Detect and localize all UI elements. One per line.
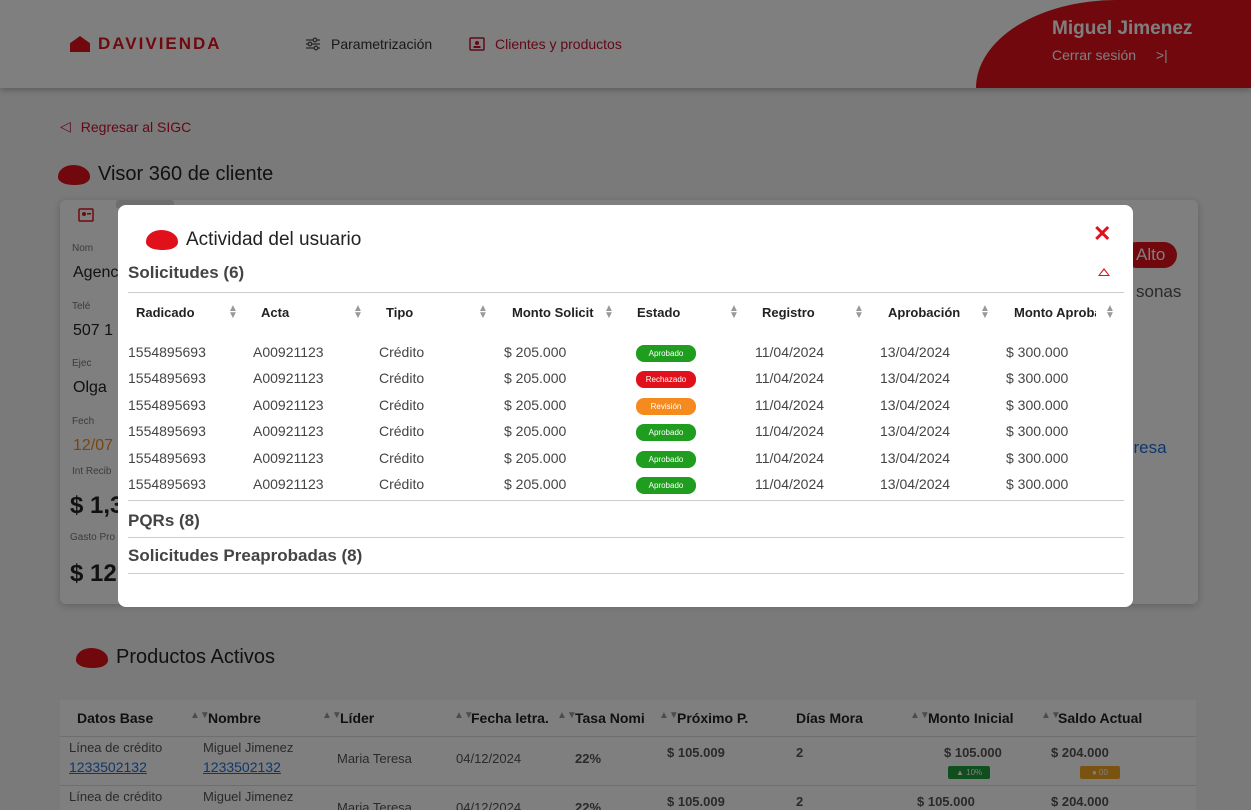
status-badge: Revisión — [636, 397, 696, 415]
close-icon[interactable]: ✕ — [1093, 221, 1111, 247]
cell-monto: $ 205.000 — [504, 449, 567, 466]
cell-registro: 11/04/2024 — [755, 423, 825, 440]
cell-registro: 11/04/2024 — [755, 370, 825, 387]
sort-icon[interactable]: ▲▼ — [1105, 304, 1115, 321]
cell-monto-aprobado: $ 300.000 — [1006, 476, 1069, 492]
sort-icon[interactable]: ▲▼ — [854, 304, 864, 321]
cell-acta: A00921123 — [253, 423, 324, 440]
cell-monto-aprobado: $ 300.000 — [1006, 344, 1069, 360]
sort-icon[interactable]: ▲▼ — [353, 304, 363, 321]
divider — [128, 500, 1124, 501]
cell-aprobacion: 13/04/2024 — [880, 344, 951, 360]
cell-aprobacion: 13/04/2024 — [880, 476, 951, 492]
cell-acta: A00921123 — [253, 396, 324, 413]
col-monto-aprobado[interactable]: Monto Aprobado — [1014, 305, 1096, 320]
col-monto-solicitado[interactable]: Monto Solicitado — [512, 305, 594, 320]
divider — [128, 573, 1124, 574]
cell-radicado: 1554895693 — [128, 344, 206, 360]
cell-monto: $ 205.000 — [504, 476, 567, 492]
brand-blob-icon — [146, 230, 178, 250]
cell-aprobacion: 13/04/2024 — [880, 370, 951, 387]
sort-icon[interactable]: ▲▼ — [980, 304, 990, 321]
cell-monto-aprobado: $ 300.000 — [1006, 370, 1069, 387]
cell-aprobacion: 13/04/2024 — [880, 449, 951, 466]
cell-acta: A00921123 — [253, 476, 324, 492]
cell-monto: $ 205.000 — [504, 344, 567, 360]
cell-monto: $ 205.000 — [504, 423, 567, 440]
modal-title: Actividad del usuario — [146, 229, 361, 251]
cell-acta: A00921123 — [253, 370, 324, 387]
status-badge: Aprobado — [636, 477, 696, 494]
status-badge: Rechazado — [636, 371, 696, 389]
cell-registro: 11/04/2024 — [755, 476, 825, 492]
cell-registro: 11/04/2024 — [755, 396, 825, 413]
cell-monto-aprobado: $ 300.000 — [1006, 396, 1069, 413]
cell-monto: $ 205.000 — [504, 396, 567, 413]
status-badge: Aprobado — [636, 345, 696, 362]
cell-radicado: 1554895693 — [128, 370, 206, 387]
status-badge: Aprobado — [636, 450, 696, 468]
cell-aprobacion: 13/04/2024 — [880, 396, 951, 413]
cell-monto: $ 205.000 — [504, 370, 567, 387]
cell-radicado: 1554895693 — [128, 476, 206, 492]
sort-icon[interactable]: ▲▼ — [604, 304, 614, 321]
modal-title-text: Actividad del usuario — [186, 229, 362, 250]
cell-tipo: Crédito — [379, 370, 425, 387]
cell-tipo: Crédito — [379, 396, 425, 413]
cell-monto-aprobado: $ 300.000 — [1006, 423, 1069, 440]
cell-acta: A00921123 — [253, 449, 324, 466]
sort-icon[interactable]: ▲▼ — [478, 304, 488, 321]
chevron-up-icon[interactable] — [1098, 268, 1110, 276]
sort-icon[interactable]: ▲▼ — [228, 304, 238, 321]
cell-registro: 11/04/2024 — [755, 449, 825, 466]
cell-radicado: 1554895693 — [128, 449, 206, 466]
section-preaprobadas-header[interactable]: Solicitudes Preaprobadas (8) — [128, 546, 362, 566]
cell-tipo: Crédito — [379, 476, 425, 492]
cell-tipo: Crédito — [379, 344, 425, 360]
divider — [128, 292, 1124, 293]
cell-radicado: 1554895693 — [128, 396, 206, 413]
cell-tipo: Crédito — [379, 423, 425, 440]
cell-acta: A00921123 — [253, 344, 324, 360]
user-activity-modal: Actividad del usuario ✕ Solicitudes (6) … — [118, 205, 1133, 607]
status-badge: Aprobado — [636, 424, 696, 442]
cell-aprobacion: 13/04/2024 — [880, 423, 951, 440]
cell-registro: 11/04/2024 — [755, 344, 825, 360]
sort-icon[interactable]: ▲▼ — [729, 304, 739, 321]
cell-tipo: Crédito — [379, 449, 425, 466]
divider — [128, 537, 1124, 538]
cell-radicado: 1554895693 — [128, 423, 206, 440]
section-pqrs-header[interactable]: PQRs (8) — [128, 511, 200, 531]
section-solicitudes-header[interactable]: Solicitudes (6) — [128, 263, 244, 283]
cell-monto-aprobado: $ 300.000 — [1006, 449, 1069, 466]
